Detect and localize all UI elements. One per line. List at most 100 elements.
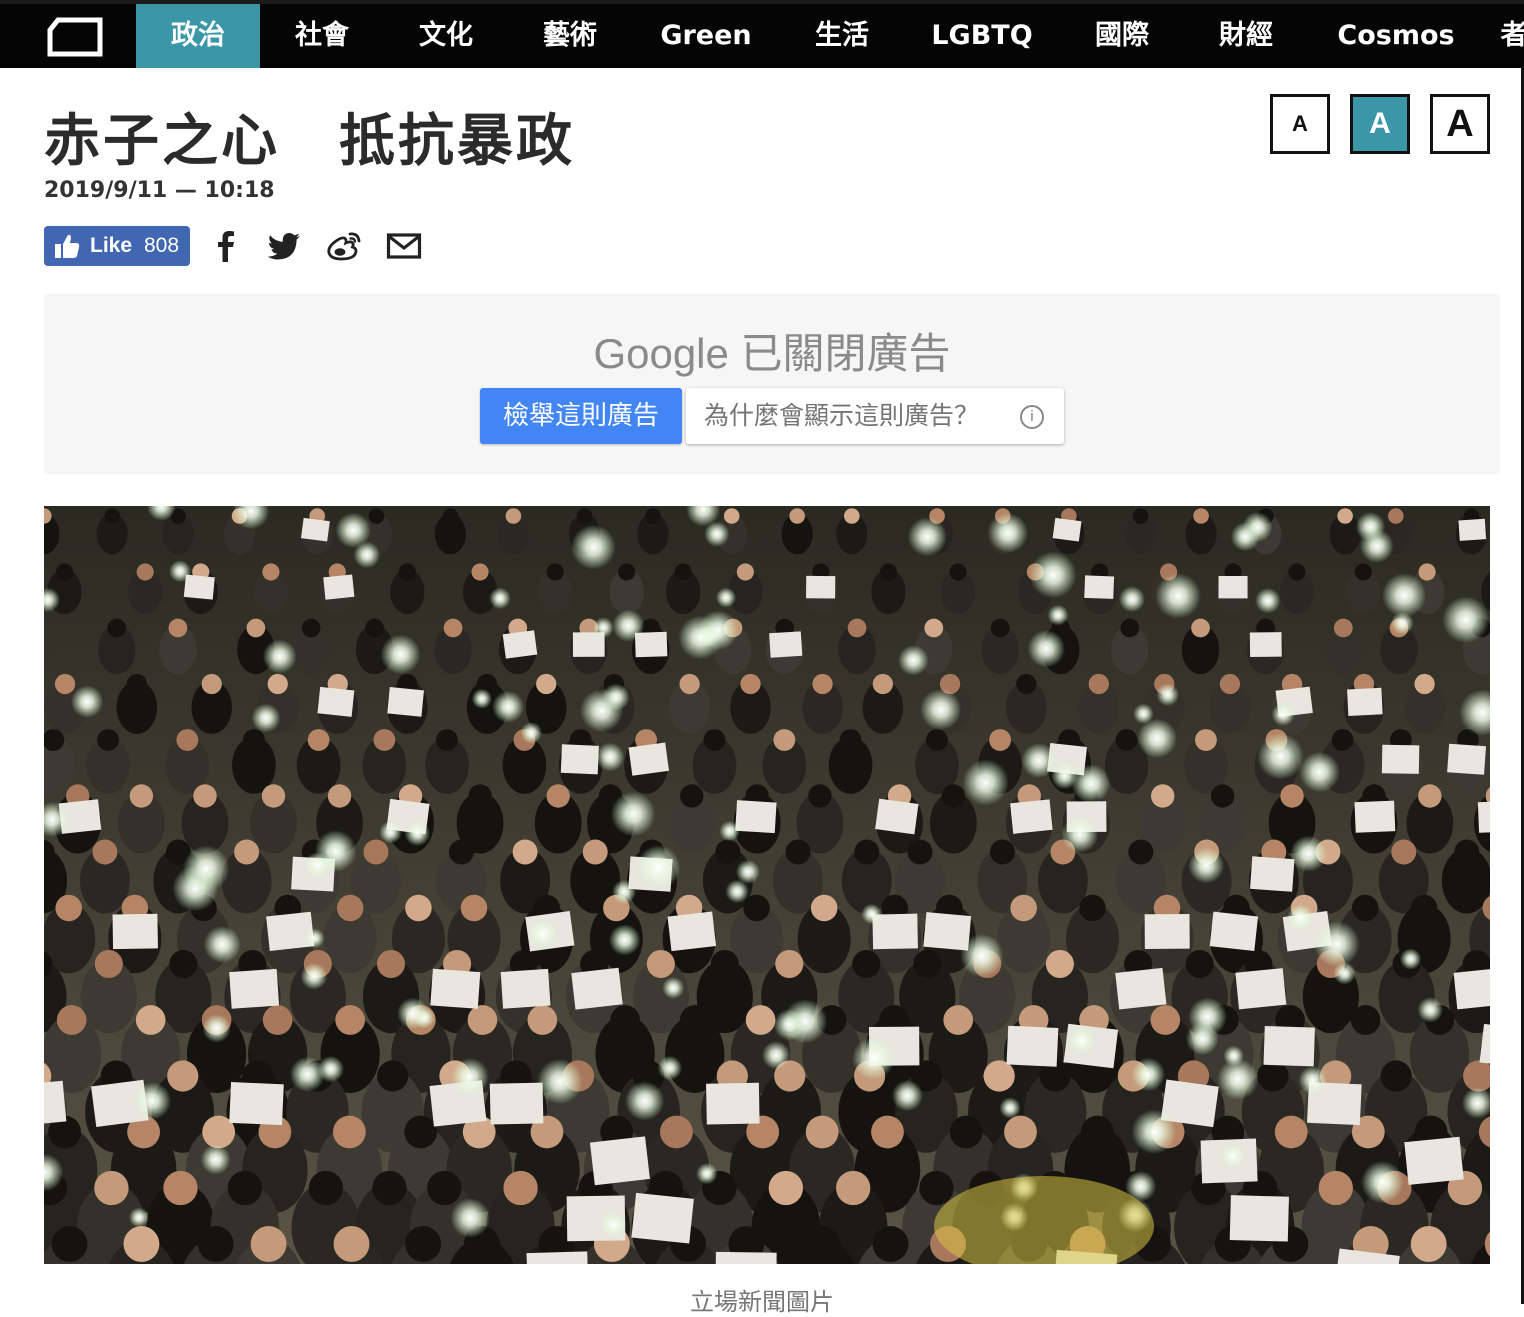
- nav-item[interactable]: Green: [632, 4, 780, 68]
- phone-light: [1221, 1144, 1245, 1168]
- phone-light: [1131, 1058, 1165, 1092]
- protest-sign: [875, 799, 918, 835]
- crowd-person-head: [127, 674, 147, 694]
- phone-light: [489, 588, 511, 610]
- crowd-person-head: [949, 563, 966, 580]
- crowd-person-head: [372, 1171, 406, 1205]
- protest-sign: [501, 969, 551, 1009]
- protest-sign: [706, 1083, 760, 1125]
- protest-sign: [1219, 576, 1248, 598]
- crowd-person-head: [1332, 729, 1354, 751]
- nav-item[interactable]: 生活: [780, 4, 904, 68]
- crowd-person-head: [302, 619, 321, 638]
- nav-item[interactable]: 國際: [1060, 4, 1184, 68]
- phone-light: [201, 1144, 231, 1174]
- protest-sign: [113, 914, 158, 949]
- crowd-person-head: [337, 895, 364, 922]
- crowd-person-head: [1334, 619, 1353, 638]
- protest-sign: [590, 1136, 650, 1185]
- twitter-icon[interactable]: [266, 228, 302, 264]
- phone-light: [305, 928, 325, 948]
- protest-sign: [1250, 856, 1294, 892]
- crowd-person-head: [848, 619, 867, 638]
- crowd-person-head: [1195, 729, 1217, 751]
- nav-item[interactable]: LGBTQ: [904, 4, 1060, 68]
- crowd-person-head: [785, 840, 810, 865]
- report-ad-button[interactable]: 檢舉這則廣告: [480, 388, 682, 444]
- ad-closed-title: Google 已關閉廣告: [44, 320, 1500, 381]
- phone-light: [1133, 704, 1153, 724]
- phone-light: [963, 759, 1009, 805]
- nav-item[interactable]: Cosmos: [1308, 4, 1484, 68]
- crowd-person-head: [1186, 950, 1214, 978]
- phone-light: [571, 525, 616, 570]
- email-icon[interactable]: [386, 228, 422, 264]
- protest-sign: [266, 912, 314, 951]
- ad-closed-panel: Google 已關閉廣告 檢舉這則廣告 為什麼會顯示這則廣告？ i: [44, 294, 1500, 474]
- protest-sign: [1084, 575, 1114, 599]
- phone-light: [1188, 848, 1224, 884]
- crowd-person-head: [1128, 840, 1153, 865]
- crowd-person-head: [169, 950, 197, 978]
- nav-item[interactable]: 政治: [136, 4, 260, 68]
- facebook-like-button[interactable]: Like 808: [44, 226, 190, 266]
- font-size-large-button[interactable]: A: [1430, 94, 1490, 154]
- font-size-medium-button[interactable]: A: [1350, 94, 1410, 154]
- article-photo: [44, 506, 1490, 1264]
- crowd-person-head: [104, 508, 120, 524]
- crowd-person-head: [737, 563, 754, 580]
- facebook-icon[interactable]: [208, 228, 244, 264]
- article-date: 2019/9/11 — 10:18: [44, 178, 275, 203]
- crowd-person-head: [468, 1005, 498, 1035]
- phone-light: [134, 1082, 171, 1119]
- top-navigation-bar: 政治社會文化藝術Green生活LGBTQ國際財經Cosmos者: [0, 0, 1524, 68]
- crowd-person-head: [675, 563, 692, 580]
- crowd-person-head: [746, 1005, 776, 1035]
- nav-item[interactable]: 文化: [384, 4, 508, 68]
- crowd-person-head: [1079, 895, 1106, 922]
- crowd-person-head: [503, 1171, 537, 1205]
- crowd-person-head: [1411, 1226, 1447, 1262]
- crowd-person-head: [1355, 563, 1372, 580]
- nav-item[interactable]: 財經: [1184, 4, 1308, 68]
- phone-light: [204, 926, 241, 963]
- phone-light: [662, 977, 684, 999]
- like-count: 808: [144, 234, 179, 258]
- crowd-person-head: [377, 950, 405, 978]
- phone-light: [1062, 816, 1099, 853]
- crowd-person-head: [363, 840, 388, 865]
- crowd-person-head: [1419, 563, 1436, 580]
- site-logo-icon[interactable]: [44, 14, 104, 60]
- crowd-person-head: [444, 619, 463, 638]
- crowd-person-head: [680, 1005, 710, 1035]
- info-icon: i: [1020, 405, 1044, 429]
- phone-light: [1361, 1161, 1404, 1204]
- protest-sign: [1053, 518, 1082, 542]
- phone-light: [1021, 743, 1056, 778]
- nav-item[interactable]: 社會: [260, 4, 384, 68]
- crowd-person-head: [251, 1226, 287, 1262]
- why-this-ad-button[interactable]: 為什麼會顯示這則廣告？ i: [686, 388, 1064, 444]
- phone-light: [596, 743, 625, 772]
- phone-light: [988, 513, 1028, 553]
- protest-sign: [1404, 1137, 1463, 1185]
- crowd-person-head: [193, 784, 216, 807]
- phone-light: [612, 880, 636, 904]
- weibo-icon[interactable]: [326, 228, 362, 264]
- crowd-person-head: [334, 1226, 370, 1262]
- phone-light: [719, 821, 740, 842]
- phone-light: [1132, 1109, 1177, 1154]
- font-size-small-button[interactable]: A: [1270, 94, 1330, 154]
- article-title: 赤子之心 抵抗暴政: [44, 96, 575, 177]
- protest-sign: [1354, 801, 1395, 833]
- nav-item[interactable]: 者: [1484, 4, 1524, 68]
- phone-light: [169, 560, 191, 582]
- phone-light: [183, 845, 230, 892]
- phone-light: [335, 513, 371, 549]
- phone-light: [612, 610, 644, 642]
- crowd-person-head: [1414, 674, 1434, 694]
- crowd-person-head: [610, 1005, 640, 1035]
- crowd-person-head: [247, 619, 266, 638]
- nav-item[interactable]: 藝術: [508, 4, 632, 68]
- crowd-person-head: [1010, 895, 1037, 922]
